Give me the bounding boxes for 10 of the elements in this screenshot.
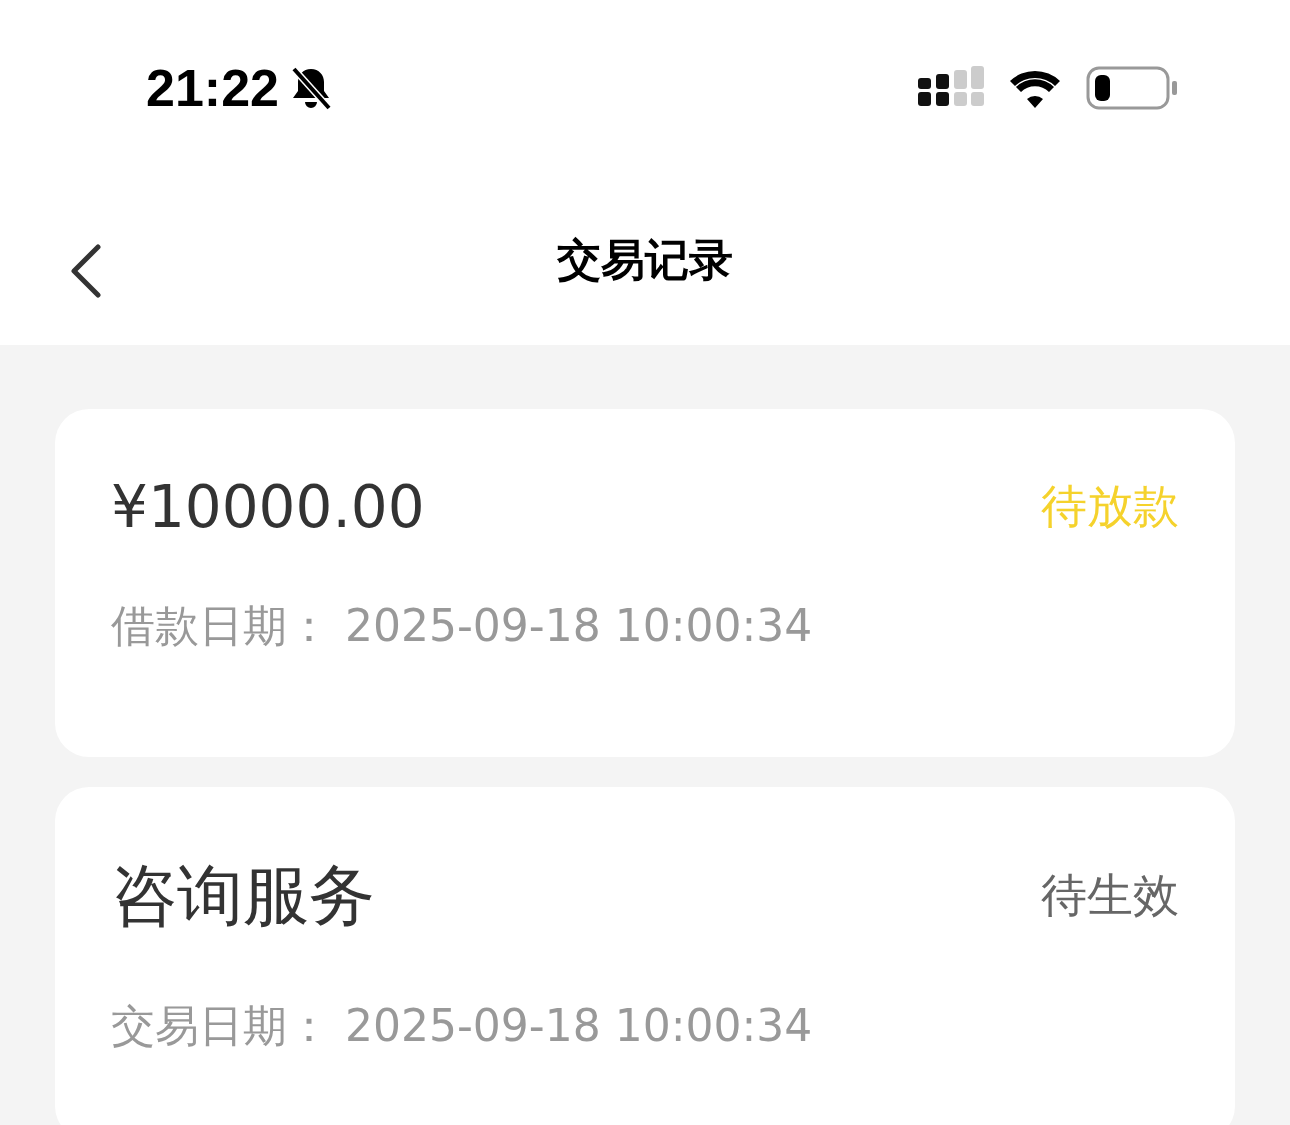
clock-time: 21:22 (146, 57, 279, 118)
record-status: 待生效 (1041, 867, 1179, 924)
record-title: 咨询服务 (111, 856, 375, 936)
record-title: ¥10000.00 (111, 473, 425, 541)
battery-icon (1086, 65, 1178, 110)
muted-bell-icon (289, 64, 333, 111)
page-title: 交易记录 (557, 232, 733, 287)
record-date: 交易日期： 2025-09-18 10:00:34 (111, 999, 814, 1053)
record-status: 待放款 (1041, 478, 1179, 535)
record-date: 借款日期： 2025-09-18 10:00:34 (111, 599, 814, 653)
